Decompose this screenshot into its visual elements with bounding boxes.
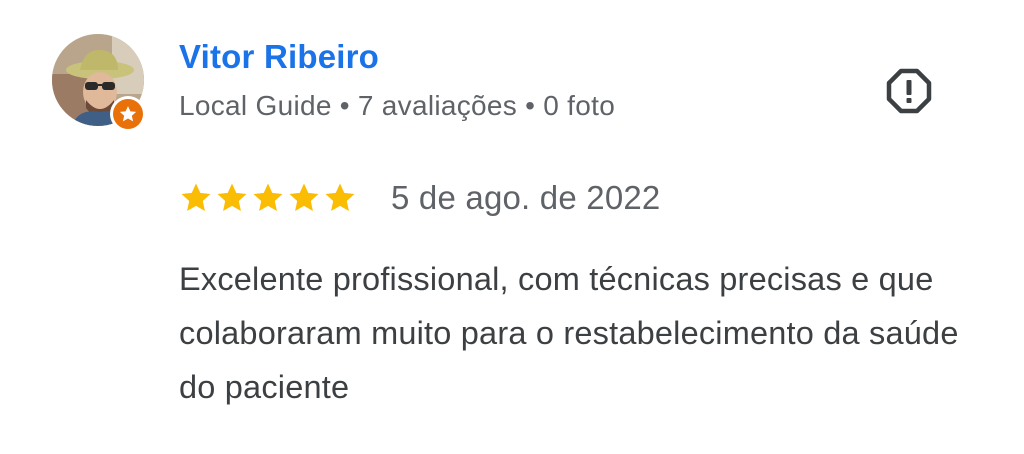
- local-guide-badge: [110, 96, 146, 132]
- star-icon: [325, 183, 355, 212]
- reviewer-name[interactable]: Vitor Ribeiro: [179, 38, 379, 76]
- star-icon: [289, 183, 319, 212]
- review-date: 5 de ago. de 2022: [391, 179, 661, 216]
- report-button[interactable]: [884, 66, 934, 116]
- separator-dot: •: [525, 90, 536, 121]
- star-icon: [217, 183, 247, 212]
- report-icon: [886, 68, 932, 114]
- review-text: Excelente profissional, com técnicas pre…: [179, 261, 959, 405]
- star-icon: [181, 183, 211, 212]
- photos-count: 0 foto: [543, 90, 616, 121]
- star-rating: [179, 181, 359, 215]
- star-badge-icon: [119, 106, 137, 122]
- reviews-count: 7 avaliações: [357, 90, 518, 121]
- reviewer-meta: Local Guide • 7 avaliações • 0 foto: [179, 90, 615, 122]
- star-icon: [253, 183, 283, 212]
- local-guide-label: Local Guide: [179, 90, 332, 121]
- review-card: Vitor Ribeiro Local Guide • 7 avaliações • 0…: [0, 0, 1024, 454]
- rating-row: 5 de ago. de 2022: [179, 178, 660, 218]
- separator-dot: •: [339, 90, 350, 121]
